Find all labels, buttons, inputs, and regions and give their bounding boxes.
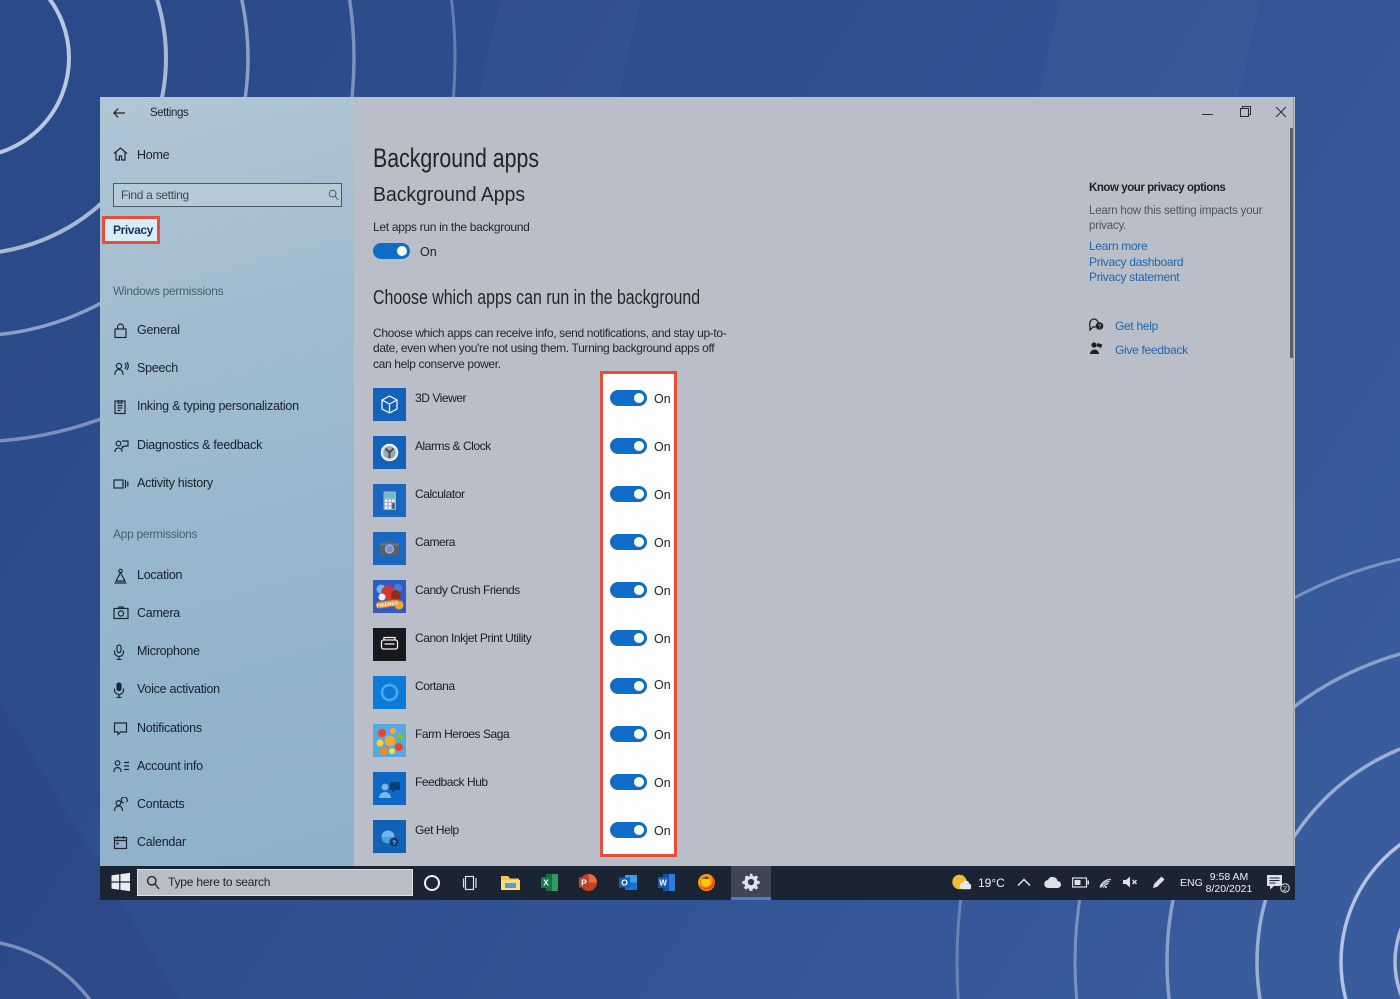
svg-text:P: P xyxy=(581,877,587,887)
svg-text:X: X xyxy=(543,878,549,888)
svg-text:?: ? xyxy=(392,840,396,847)
svg-text:O: O xyxy=(621,878,628,888)
svg-text:2: 2 xyxy=(1283,884,1287,893)
svg-text:W: W xyxy=(659,879,667,888)
